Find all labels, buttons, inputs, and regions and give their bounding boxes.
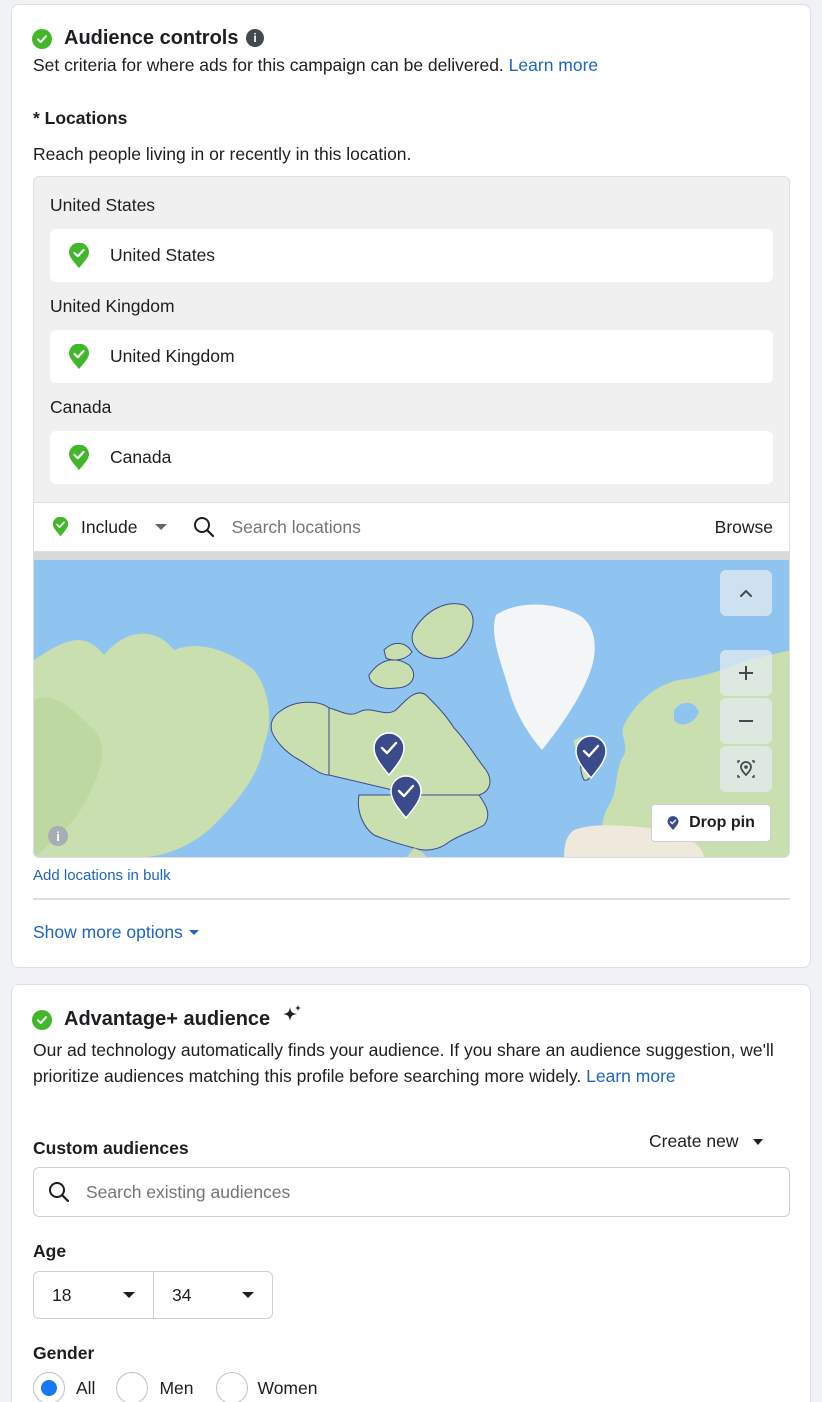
collapse-map-button[interactable] bbox=[720, 570, 772, 616]
info-icon[interactable]: i bbox=[246, 29, 264, 47]
gender-option-all[interactable]: All bbox=[33, 1372, 95, 1402]
include-dropdown[interactable]: Include bbox=[52, 516, 168, 538]
selected-locations-panel: United States United States United Kingd… bbox=[33, 176, 790, 502]
location-item-label: Canada bbox=[110, 447, 172, 467]
audience-search-box bbox=[33, 1167, 790, 1217]
location-item-label: United Kingdom bbox=[110, 346, 235, 366]
location-search-input[interactable] bbox=[231, 516, 612, 538]
age-label: Age bbox=[33, 1241, 67, 1261]
map-info-icon[interactable]: i bbox=[48, 826, 68, 846]
drop-pin-label: Drop pin bbox=[689, 814, 755, 831]
include-label: Include bbox=[81, 516, 138, 537]
chevron-down-icon bbox=[123, 1292, 135, 1298]
gender-option-label: Women bbox=[257, 1377, 318, 1398]
location-map[interactable]: i Drop pin bbox=[33, 560, 790, 858]
zoom-in-button[interactable] bbox=[720, 650, 772, 696]
locate-button[interactable] bbox=[720, 746, 772, 792]
add-locations-bulk-link[interactable]: Add locations in bulk bbox=[33, 867, 171, 884]
create-new-dropdown[interactable]: Create new bbox=[649, 1131, 763, 1152]
description-text: Set criteria for where ads for this camp… bbox=[33, 55, 504, 75]
browse-button[interactable]: Browse bbox=[715, 517, 773, 538]
chevron-down-icon bbox=[242, 1292, 254, 1298]
location-search-bar: Include Browse bbox=[33, 502, 790, 552]
radio-button[interactable] bbox=[33, 1372, 65, 1402]
search-icon bbox=[49, 1182, 70, 1203]
gender-option-label: All bbox=[76, 1377, 96, 1398]
locations-label: * Locations bbox=[33, 108, 128, 128]
gender-radio-group: All Men Women bbox=[33, 1372, 317, 1402]
location-item-label: United States bbox=[110, 245, 216, 265]
locations-help: Reach people living in or recently in th… bbox=[33, 144, 412, 164]
location-pin-icon bbox=[69, 444, 89, 470]
complete-check-icon bbox=[32, 29, 52, 49]
minus-icon bbox=[739, 720, 753, 722]
create-new-label: Create new bbox=[649, 1131, 739, 1151]
radio-button[interactable] bbox=[116, 1372, 149, 1402]
zoom-out-button[interactable] bbox=[720, 698, 772, 744]
radio-button[interactable] bbox=[215, 1372, 248, 1402]
locate-icon bbox=[737, 760, 755, 778]
divider bbox=[33, 898, 790, 900]
location-item[interactable]: United Kingdom bbox=[50, 330, 773, 383]
section-title: Audience controls bbox=[64, 27, 239, 49]
show-more-label: Show more options bbox=[33, 922, 183, 942]
include-pin-icon bbox=[52, 517, 69, 537]
location-item[interactable]: United States bbox=[50, 229, 773, 282]
audience-controls-card: Audience controls i Set criteria for whe… bbox=[11, 4, 811, 968]
pin-icon bbox=[667, 815, 679, 830]
location-group-label: United Kingdom bbox=[50, 296, 175, 316]
gender-option-men[interactable]: Men bbox=[116, 1372, 194, 1402]
age-min-select[interactable]: 18 bbox=[33, 1271, 154, 1319]
location-pin-icon bbox=[69, 343, 89, 369]
sparkle-icon bbox=[283, 1005, 301, 1021]
chevron-down-icon bbox=[188, 930, 199, 935]
gender-label: Gender bbox=[33, 1343, 95, 1363]
custom-audiences-label: Custom audiences bbox=[33, 1138, 189, 1158]
section-description: Our ad technology automatically finds yo… bbox=[33, 1037, 793, 1089]
show-more-options-button[interactable]: Show more options bbox=[33, 922, 199, 943]
section-title: Advantage+ audience bbox=[64, 1008, 271, 1030]
gender-option-women[interactable]: Women bbox=[215, 1372, 318, 1402]
plus-icon bbox=[739, 666, 753, 680]
gender-option-label: Men bbox=[159, 1377, 194, 1398]
advantage-audience-card: Advantage+ audience Our ad technology au… bbox=[11, 984, 811, 1402]
age-max-select[interactable]: 34 bbox=[153, 1271, 273, 1319]
location-pin-icon bbox=[69, 242, 89, 268]
location-group-label: Canada bbox=[50, 397, 112, 417]
location-group-label: United States bbox=[50, 195, 156, 215]
complete-check-icon bbox=[32, 1010, 52, 1030]
drop-pin-button[interactable]: Drop pin bbox=[651, 804, 771, 842]
section-description: Set criteria for where ads for this camp… bbox=[33, 55, 598, 76]
location-item[interactable]: Canada bbox=[50, 431, 773, 484]
chevron-down-icon bbox=[155, 524, 168, 530]
learn-more-link[interactable]: Learn more bbox=[509, 55, 599, 75]
age-min-value: 18 bbox=[52, 1284, 72, 1305]
learn-more-link[interactable]: Learn more bbox=[586, 1066, 676, 1086]
chevron-down-icon bbox=[752, 1138, 763, 1145]
age-max-value: 34 bbox=[172, 1284, 192, 1305]
map-divider bbox=[33, 552, 790, 560]
chevron-up-icon bbox=[740, 589, 752, 597]
search-icon bbox=[194, 517, 215, 538]
audience-search-input[interactable] bbox=[86, 1181, 686, 1203]
